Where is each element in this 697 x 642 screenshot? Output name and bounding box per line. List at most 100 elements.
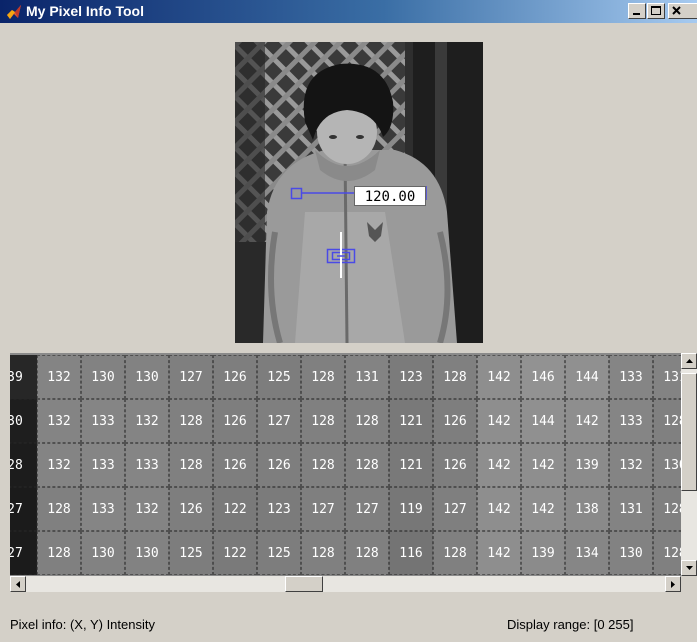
pixel-value-cell: 132 [37,399,81,443]
pixel-value-cell: 133 [609,355,653,399]
pixel-value-cell: 132 [609,443,653,487]
pixel-value-cell: 121 [389,399,433,443]
pixel-value-cell: 128 [301,399,345,443]
pixel-value-cell: 142 [477,399,521,443]
pixel-value-cell: 116 [389,531,433,575]
vertical-scroll-thumb[interactable] [681,373,697,491]
pixel-value-cell: 122 [213,487,257,531]
pixel-value-cell: 126 [257,443,301,487]
pixel-value-cell: 142 [521,487,565,531]
scroll-down-button[interactable] [681,560,697,576]
pixel-value-cell: 125 [257,531,301,575]
pixel-value-cell: 119 [389,487,433,531]
close-button[interactable] [668,3,697,19]
pixel-value-cell: 133 [609,399,653,443]
pixel-value-cell: 128 [653,531,681,575]
pixel-value-cell: 131 [653,355,681,399]
pixel-value-cell: 146 [521,355,565,399]
pixel-value-cell: 128 [433,355,477,399]
pixel-value-cell: 39 [10,355,37,399]
pixel-value-cell: 144 [565,355,609,399]
pixel-value-cell: 121 [389,443,433,487]
pixel-value-cell: 128 [37,531,81,575]
pixel-value-cell: 130 [609,531,653,575]
window-title: My Pixel Info Tool [26,3,144,19]
pixel-value-cell: 127 [257,399,301,443]
pixel-value-cell: 139 [521,531,565,575]
pixel-value-cell: 132 [37,355,81,399]
pixel-value-cell: 126 [169,487,213,531]
pixel-value-cell: 132 [125,399,169,443]
pixel-value-cell: 30 [10,399,37,443]
pixel-value-cell: 128 [301,443,345,487]
pixel-value-cell: 130 [81,355,125,399]
pixel-value-cell: 128 [345,399,389,443]
pixel-value-readout: 120.00 [354,186,426,206]
scroll-up-button[interactable] [681,353,697,369]
horizontal-scroll-thumb[interactable] [285,576,323,592]
pixel-value-cell: 142 [477,531,521,575]
pixel-value-cell: 134 [565,531,609,575]
pixel-value-cell: 142 [565,399,609,443]
pixel-value-cell: 126 [213,443,257,487]
pixel-region-grid[interactable]: 39 132 130 130 127 126 125 128 131 123 128 142 146 14… [10,353,681,576]
pixel-value-cell: 130 [81,531,125,575]
pixel-value-cell: 28 [10,443,37,487]
pixel-value-cell: 27 [10,487,37,531]
pixel-value-cell: 127 [345,487,389,531]
pixel-value-cell: 123 [257,487,301,531]
arrow-left-icon [16,581,20,588]
pixel-value-cell: 133 [81,443,125,487]
pixel-value-cell: 128 [345,443,389,487]
pixel-value-cell: 126 [433,443,477,487]
pixel-value-cell: 128 [301,531,345,575]
pixel-value-cell: 130 [653,443,681,487]
horizontal-scrollbar[interactable] [10,576,681,592]
pixel-value-cell: 130 [125,355,169,399]
pixel-value-cell: 130 [125,531,169,575]
pixel-value-cell: 127 [301,487,345,531]
maximize-button[interactable] [647,3,665,19]
arrow-down-icon [686,566,693,570]
pixel-value-cell: 131 [609,487,653,531]
maximize-icon [651,6,661,15]
scroll-left-button[interactable] [10,576,26,592]
arrow-up-icon [686,359,693,363]
pixel-value-cell: 138 [565,487,609,531]
pixel-value-cell: 127 [169,355,213,399]
pixel-value-cell: 133 [81,487,125,531]
pixel-value-cell: 128 [169,443,213,487]
pixel-value-cell: 128 [653,487,681,531]
pixel-value-cell: 142 [521,443,565,487]
pixel-value-cell: 128 [37,487,81,531]
pixel-info-label: Pixel info: (X, Y) Intensity [10,617,155,632]
minimize-icon [633,13,640,15]
display-range-label: Display range: [0 255] [507,617,634,632]
pixel-value-cell: 142 [477,487,521,531]
pixel-value-cell: 127 [433,487,477,531]
pixel-value-cell: 131 [345,355,389,399]
pixel-value-cell: 128 [169,399,213,443]
pixel-value-cell: 144 [521,399,565,443]
scroll-right-button[interactable] [665,576,681,592]
minimize-button[interactable] [628,3,646,19]
pixel-value-cell: 142 [477,443,521,487]
pixel-value-cell: 126 [433,399,477,443]
title-bar[interactable]: My Pixel Info Tool [0,0,697,23]
pixel-value-cell: 132 [125,487,169,531]
pixel-value-cell: 128 [653,399,681,443]
pixel-value-cell: 125 [257,355,301,399]
pixel-value-cell: 133 [125,443,169,487]
pixel-value-cell: 126 [213,399,257,443]
pixel-value-cell: 133 [81,399,125,443]
pixel-value-cell: 128 [301,355,345,399]
pixel-value-cell: 126 [213,355,257,399]
vertical-scrollbar[interactable] [681,353,697,576]
pixel-value-cell: 128 [345,531,389,575]
pixel-value-cell: 128 [433,531,477,575]
arrow-right-icon [671,581,675,588]
pixel-value-cell: 125 [169,531,213,575]
pixel-value-cell: 132 [37,443,81,487]
pixel-value-cell: 142 [477,355,521,399]
pixel-value-cell: 27 [10,531,37,575]
